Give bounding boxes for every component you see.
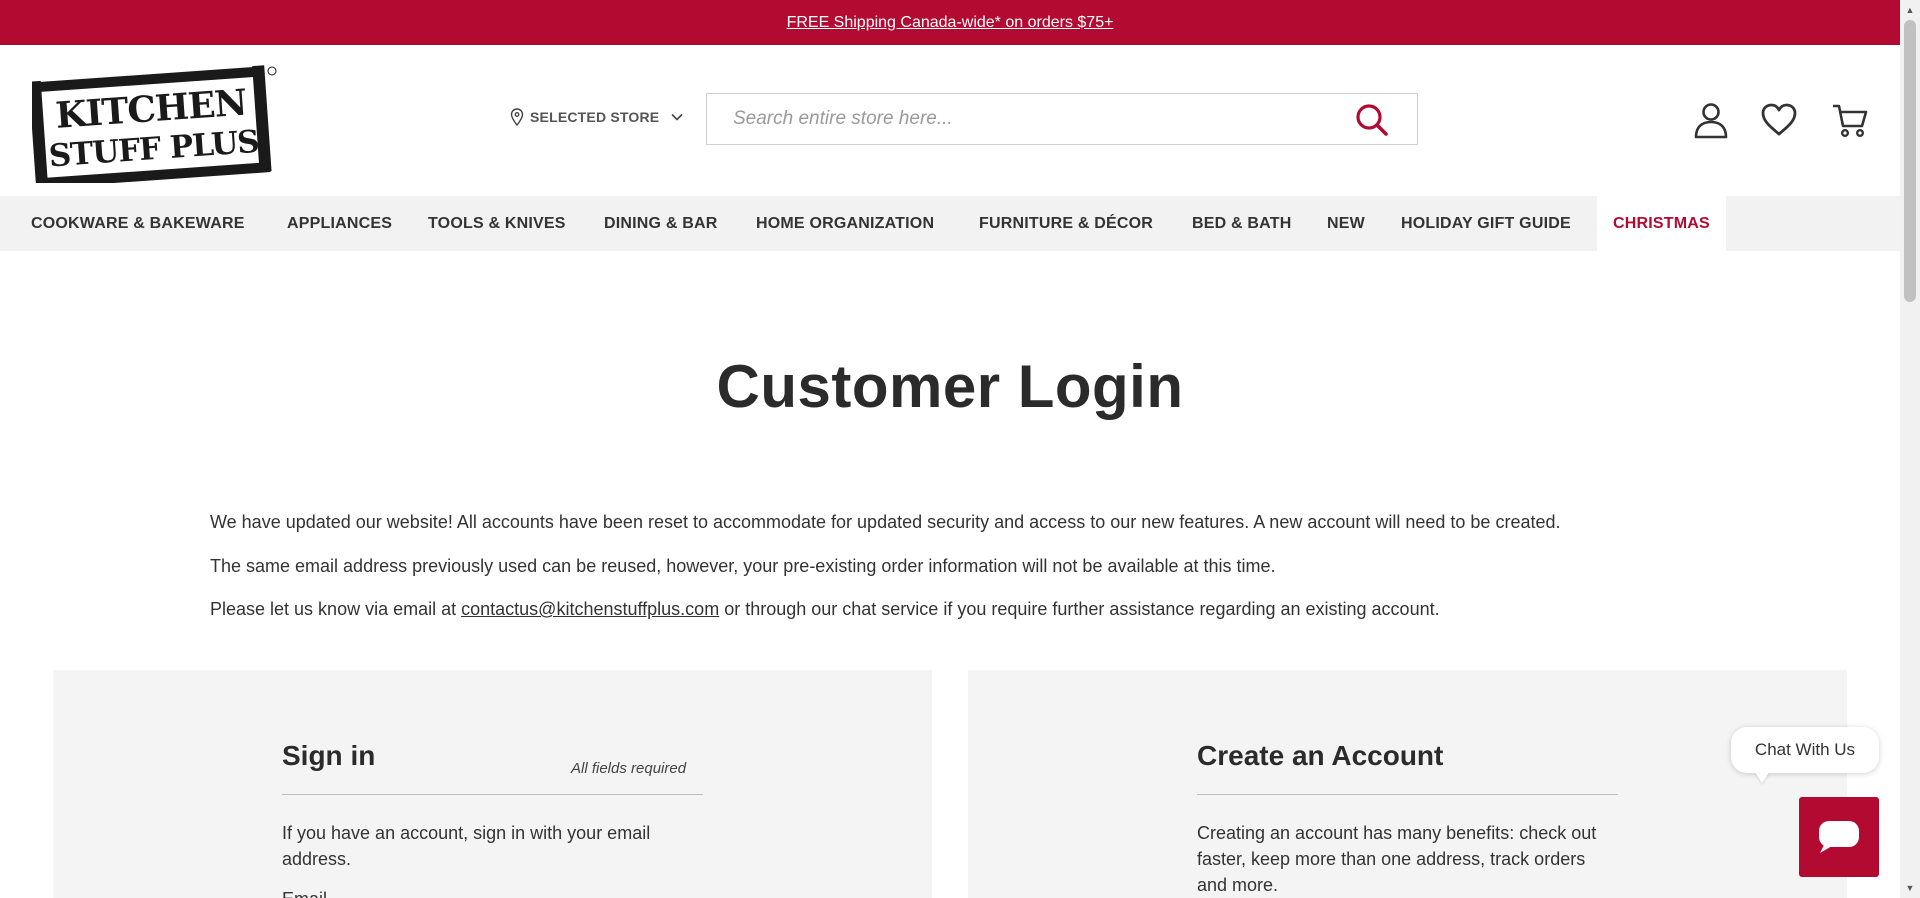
chat-with-us-bubble[interactable]: Chat With Us <box>1731 727 1879 773</box>
fields-required-note: All fields required <box>571 760 687 777</box>
search-bar <box>706 93 1418 145</box>
site-header: KITCHEN STUFF PLUS SELECTED STORE <box>0 45 1900 196</box>
scroll-down-arrow-icon[interactable]: ▼ <box>1904 882 1916 894</box>
search-input[interactable] <box>707 94 1327 144</box>
signin-panel: Sign in All fields required If you have … <box>53 670 932 898</box>
scroll-up-arrow-icon[interactable]: ▲ <box>1904 4 1916 16</box>
promo-bar: FREE Shipping Canada-wide* on orders $75… <box>0 0 1900 45</box>
nav-item-appliances[interactable]: APPLIANCES <box>287 196 392 251</box>
chevron-down-icon <box>671 113 683 121</box>
nav-item-holiday-gift-guide[interactable]: HOLIDAY GIFT GUIDE <box>1401 196 1571 251</box>
cart-icon[interactable] <box>1831 101 1869 139</box>
kitchen-stuff-plus-logo[interactable]: KITCHEN STUFF PLUS <box>28 65 278 189</box>
nav-item-tools-knives[interactable]: TOOLS & KNIVES <box>428 196 566 251</box>
main-nav: COOKWARE & BAKEWARE APPLIANCES TOOLS & K… <box>0 196 1900 251</box>
nav-item-home-organization[interactable]: HOME ORGANIZATION <box>756 196 934 251</box>
create-account-intro: Creating an account has many benefits: c… <box>1197 823 1597 895</box>
nav-item-cookware-bakeware[interactable]: COOKWARE & BAKEWARE <box>31 196 245 251</box>
scroll-thumb[interactable] <box>1904 20 1916 302</box>
nav-item-furniture-decor[interactable]: FURNITURE & DÉCOR <box>979 196 1153 251</box>
location-pin-icon <box>510 108 524 126</box>
nav-item-bed-bath[interactable]: BED & BATH <box>1192 196 1291 251</box>
chat-icon <box>1819 821 1859 853</box>
signin-intro: If you have an account, sign in with you… <box>282 823 651 869</box>
store-selector-label: SELECTED STORE <box>530 109 660 125</box>
search-icon[interactable] <box>1355 103 1389 137</box>
create-account-title: Create an Account <box>1197 740 1444 771</box>
notice-line-3-prefix: Please let us know via email at <box>210 599 462 619</box>
contact-email-link[interactable]: contactus@kitchenstuffplus.com <box>461 599 719 619</box>
notice-line-3-suffix: or through our chat service if you requi… <box>719 599 1440 619</box>
chat-bubble-tail <box>1754 771 1770 783</box>
account-icon[interactable] <box>1692 101 1730 139</box>
nav-item-dining-bar[interactable]: DINING & BAR <box>604 196 718 251</box>
signin-divider <box>282 794 703 795</box>
create-account-panel: Create an Account Creating an account ha… <box>968 670 1847 898</box>
notice-line-1: We have updated our website! All account… <box>210 512 1561 532</box>
signin-title: Sign in <box>282 740 376 771</box>
page-title: Customer Login <box>716 353 1184 420</box>
notice-line-2: The same email address previously used c… <box>210 556 1276 576</box>
nav-item-christmas[interactable]: CHRISTMAS <box>1597 196 1726 251</box>
page-scrollbar[interactable]: ▲ ▼ <box>1900 0 1920 898</box>
notice-line-3: Please let us know via email at contactu… <box>210 599 1440 620</box>
wishlist-heart-icon[interactable] <box>1760 101 1798 139</box>
create-account-divider <box>1197 794 1618 795</box>
email-label: Email <box>282 886 327 898</box>
store-selector[interactable]: SELECTED STORE <box>510 108 683 126</box>
free-shipping-link[interactable]: FREE Shipping Canada-wide* on orders $75… <box>787 14 1114 32</box>
chat-launcher-button[interactable] <box>1799 797 1879 877</box>
nav-item-new[interactable]: NEW <box>1327 196 1365 251</box>
